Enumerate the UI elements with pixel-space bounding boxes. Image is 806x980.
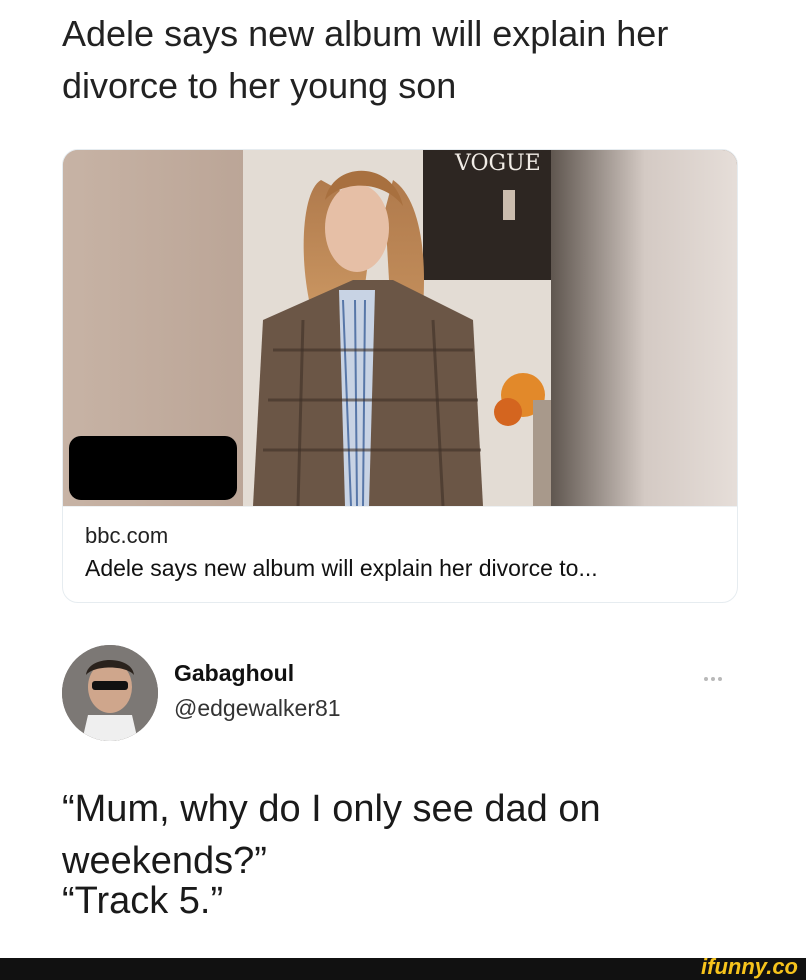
- link-card-domain: bbc.com: [85, 523, 169, 548]
- tweet-text-line-3: “Track 5.”: [62, 880, 224, 922]
- tweet-text-line-1: “Mum, why do I only see dad on: [62, 788, 601, 830]
- watermark-bar: ifunny.co: [0, 954, 806, 980]
- headline-line-1: Adele says new album will explain her: [62, 13, 669, 54]
- tweet-text-line-2: weekends?”: [62, 840, 267, 882]
- avatar-image: [62, 645, 158, 741]
- headline-line-2: divorce to her young son: [62, 65, 457, 106]
- vogue-logo: VOGUE: [454, 151, 541, 176]
- ifunny-logo: ifunny.co: [701, 954, 798, 979]
- more-options-icon[interactable]: [704, 668, 738, 684]
- author-handle[interactable]: @edgewalker81: [174, 695, 341, 722]
- avatar[interactable]: [62, 645, 158, 741]
- headline: Adele says new album will explain her di…: [62, 8, 762, 112]
- link-card-image: VOGUE: [63, 150, 737, 506]
- link-card-title[interactable]: Adele says new album will explain her di…: [85, 555, 598, 582]
- link-card[interactable]: VOGUE bbc.com Adele says new album will …: [62, 149, 738, 603]
- author-name[interactable]: Gabaghoul: [174, 660, 294, 687]
- link-card-footer[interactable]: bbc.com Adele says new album will explai…: [63, 506, 737, 602]
- photo-image-icon: VOGUE: [63, 150, 737, 506]
